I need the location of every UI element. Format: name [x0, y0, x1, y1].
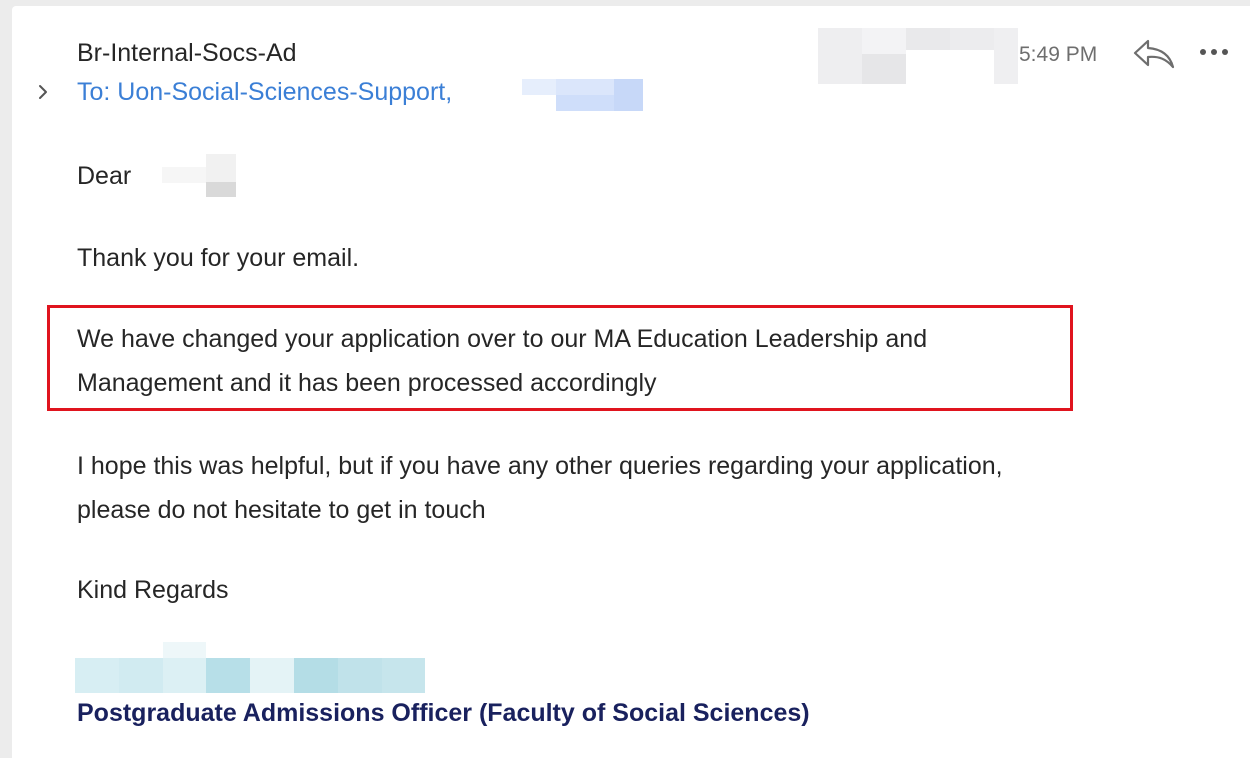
- sender-name: Br-Internal-Socs-Ad: [77, 39, 297, 67]
- highlight-line-1: We have changed your application over to…: [77, 325, 928, 353]
- recipients-text[interactable]: To: Uon-Social-Sciences-Support,: [77, 78, 452, 106]
- more-horizontal-icon[interactable]: [1198, 42, 1230, 62]
- chevron-right-icon[interactable]: [36, 83, 50, 101]
- signoff: Kind Regards: [77, 576, 229, 604]
- highlight-line-2: Management and it has been processed acc…: [77, 369, 657, 397]
- reply-icon[interactable]: [1132, 36, 1176, 72]
- recipients-line[interactable]: To: Uon-Social-Sciences-Support,: [77, 78, 452, 107]
- greeting: Dear: [77, 162, 132, 190]
- help-line-1: I hope this was helpful, but if you have…: [77, 452, 1003, 480]
- help-line-2: please do not hesitate to get in touch: [77, 496, 486, 524]
- signature-title: Postgraduate Admissions Officer (Faculty…: [77, 699, 810, 727]
- thanks-line: Thank you for your email.: [77, 244, 360, 272]
- sent-time: 5:49 PM: [1019, 43, 1098, 66]
- email-card: Br-Internal-Socs-Ad To: Uon-Social-Scien…: [12, 6, 1250, 758]
